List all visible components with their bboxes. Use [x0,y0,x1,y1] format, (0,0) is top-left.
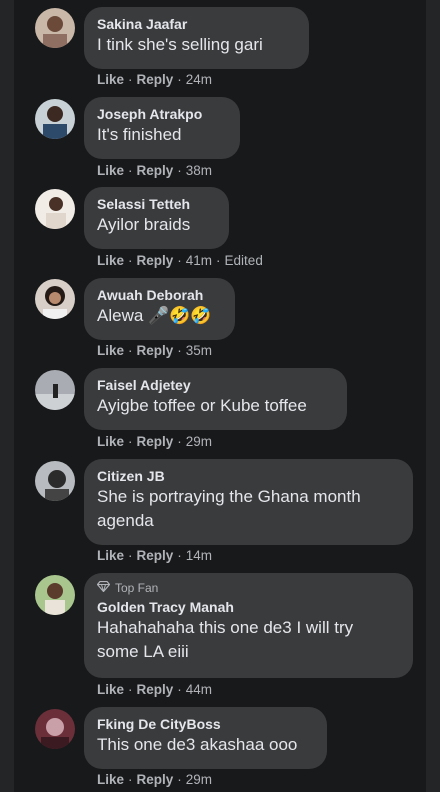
comment-text: It's finished [97,125,182,144]
comment-time[interactable]: 14m [186,548,212,563]
comment-actions: Like · Reply · 29m [97,434,213,449]
comment-text-line-2: agenda [97,511,154,530]
like-button[interactable]: Like [97,772,124,787]
reply-button[interactable]: Reply [137,163,174,178]
like-button[interactable]: Like [97,72,124,87]
comment-actions: Like · Reply · 38m [97,163,213,178]
comment-bubble: Joseph Atrakpo It's finished [84,97,240,159]
reply-button[interactable]: Reply [137,343,174,358]
comment-author[interactable]: Selassi Tetteh [97,195,217,213]
like-button[interactable]: Like [97,548,124,563]
comment-time[interactable]: 29m [186,772,212,787]
comment-time[interactable]: 24m [186,72,212,87]
reply-button[interactable]: Reply [137,772,174,787]
comment-bubble: Top Fan Golden Tracy Manah Hahahahaha th… [84,573,413,678]
avatar[interactable] [35,279,75,319]
reply-button[interactable]: Reply [137,72,174,87]
badge-label: Top Fan [115,581,159,595]
avatar[interactable] [35,8,75,48]
comment-text-line-1: She is portraying the Ghana month [97,487,361,506]
comment-author[interactable]: Citizen JB [97,467,401,485]
comment-actions: Like · Reply · 29m [97,772,213,787]
comment-bubble: Fking De CityBoss This one de3 akashaa o… [84,707,327,769]
avatar[interactable] [35,99,75,139]
comment-text: This one de3 akashaa ooo [97,735,298,754]
comment-actions: Like · Reply · 44m [97,682,213,697]
comment-bubble: Awuah Deborah Alewa 🎤🤣🤣 [84,278,235,340]
avatar[interactable] [35,370,75,410]
avatar[interactable] [35,461,75,501]
comment-text: Ayigbe toffee or Kube toffee [97,396,307,415]
comment-actions: Like · Reply · 24m [97,72,213,87]
left-edge [0,0,14,792]
avatar[interactable] [35,189,75,229]
like-button[interactable]: Like [97,163,124,178]
comment-author[interactable]: Joseph Atrakpo [97,105,228,123]
comment-text: Alewa 🎤🤣🤣 [97,306,212,325]
reply-button[interactable]: Reply [137,548,174,563]
avatar[interactable] [35,575,75,615]
comment-bubble: Sakina Jaafar I tink she's selling gari [84,7,309,69]
comment-author[interactable]: Awuah Deborah [97,286,223,304]
edited-label: Edited [224,253,263,268]
diamond-icon [96,580,111,595]
comment-author[interactable]: Golden Tracy Manah [97,598,401,616]
avatar[interactable] [35,709,75,749]
comment-list: Sakina Jaafar I tink she's selling gari … [14,0,426,792]
reply-button[interactable]: Reply [137,253,174,268]
comment-actions: Like · Reply · 41m · Edited [97,253,263,268]
top-fan-badge: Top Fan [96,580,401,595]
comment-actions: Like · Reply · 14m [97,548,213,563]
like-button[interactable]: Like [97,682,124,697]
comment-text-line-1: Hahahahaha this one de3 I will try [97,618,354,637]
comment-text: I tink she's selling gari [97,35,263,54]
like-button[interactable]: Like [97,343,124,358]
comment-time[interactable]: 44m [186,682,212,697]
comment-bubble: Citizen JB She is portraying the Ghana m… [84,459,413,545]
comment-time[interactable]: 41m [186,253,212,268]
reply-button[interactable]: Reply [137,434,174,449]
comment-time[interactable]: 38m [186,163,212,178]
like-button[interactable]: Like [97,253,124,268]
comment-time[interactable]: 29m [186,434,212,449]
comment-text-line-2: some LA eiii [97,642,189,661]
reply-button[interactable]: Reply [137,682,174,697]
comment-text: Ayilor braids [97,215,191,234]
comment-author[interactable]: Faisel Adjetey [97,376,335,394]
comment-author[interactable]: Fking De CityBoss [97,715,315,733]
comment-time[interactable]: 35m [186,343,212,358]
comment-bubble: Selassi Tetteh Ayilor braids [84,187,229,249]
like-button[interactable]: Like [97,434,124,449]
comment-author[interactable]: Sakina Jaafar [97,15,297,33]
right-edge [426,0,440,792]
comment-bubble: Faisel Adjetey Ayigbe toffee or Kube tof… [84,368,347,430]
comment-actions: Like · Reply · 35m [97,343,213,358]
